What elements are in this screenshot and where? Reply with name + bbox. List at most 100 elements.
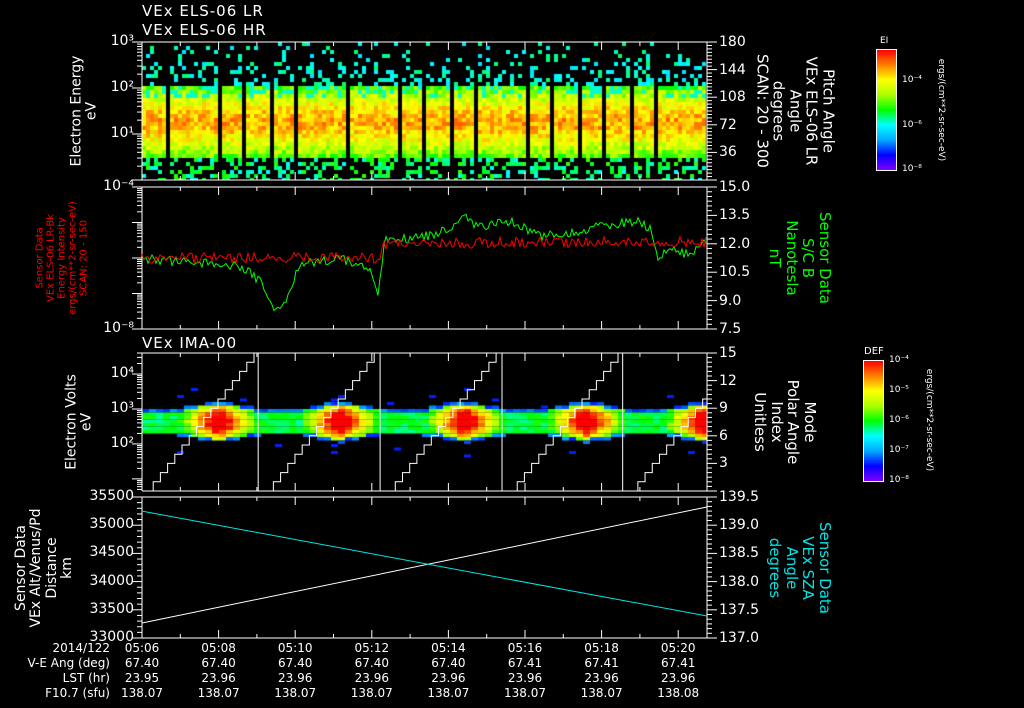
right-axis-title-line: Nanotesla <box>783 220 801 296</box>
time-tick-label: 05:08 <box>201 641 236 655</box>
left-axis-title-line: eV <box>79 412 95 432</box>
polar-angle-index-line <box>266 352 382 492</box>
ephemeris-row-label: V-E Ang (deg) <box>27 656 110 670</box>
left-axis-title-line: VEx Alt/Venus/Pd <box>28 507 45 628</box>
plot-window: VEx ELS-06 LR VEx ELS-06 HR VEx IMA-00 E… <box>0 0 1024 708</box>
ephemeris-value: 67.40 <box>278 656 313 670</box>
time-tick-label: 05:14 <box>431 641 466 655</box>
right-tick-label: 10.5 <box>719 264 751 281</box>
left-tick-label: 10⁻⁸ <box>103 320 134 336</box>
right-tick-label: 6 <box>719 427 728 444</box>
colorbar-def-tick: 10⁻⁶ <box>889 415 909 425</box>
colorbar-def-units: ergs/(cm**2-sr-sec-eV) <box>923 368 934 472</box>
left-axis-title-line: Sensor Data <box>34 227 46 289</box>
time-tick-label: 05:20 <box>660 641 696 655</box>
right-axis-title-line: Mode <box>801 401 819 443</box>
ephemeris-value: 138.08 <box>657 686 700 700</box>
ephemeris-value: 138.07 <box>350 686 393 700</box>
title-els-hr: VEx ELS-06 HR <box>142 21 267 39</box>
right-tick-label: 12 <box>719 372 737 389</box>
ephemeris-value: 23.95 <box>124 671 160 685</box>
ephemeris-value: 23.96 <box>201 671 236 685</box>
colorbar-ei <box>876 49 897 171</box>
colorbar-def-tick: 10⁻⁵ <box>889 385 909 395</box>
time-tick-label: 05:16 <box>507 641 543 655</box>
right-axis-title-line: Pitch Angle <box>819 69 838 153</box>
ephemeris-value: 138.07 <box>274 686 317 700</box>
left-tick-label: 10³ <box>110 33 134 49</box>
right-axis-title-line: Angle <box>783 546 801 589</box>
right-axis-title-line: VEx ELS-06 LR <box>802 56 821 166</box>
time-tick-label: 05:06 <box>124 641 160 655</box>
colorbar-ei-units: ergs/(cm**2-sr-sec-eV) <box>935 58 946 162</box>
right-tick-label: 144 <box>719 61 746 78</box>
polar-angle-index-line <box>510 352 626 492</box>
right-tick-label: 138.0 <box>719 573 760 590</box>
ephemeris-value: 67.40 <box>201 656 236 670</box>
polar-angle-index-line <box>146 352 262 492</box>
right-axis-title-line: VEx SZA <box>799 535 818 600</box>
left-axis-title-line: Energy Intensity <box>56 217 68 299</box>
left-tick-label: 33500 <box>89 600 134 617</box>
right-tick-label: 180 <box>719 34 746 50</box>
right-axis-title-line: Index <box>768 401 786 443</box>
colorbar-def-tick: 10⁻⁸ <box>889 475 909 485</box>
polar-angle-index-line <box>630 398 707 492</box>
right-axis-title-line: nT <box>766 248 785 268</box>
right-tick-label: 15 <box>719 345 737 361</box>
left-axis-title-line: km <box>59 556 76 579</box>
right-axis-title-line: Sensor Data <box>816 212 834 304</box>
left-tick-label: 34500 <box>89 544 134 561</box>
ephemeris-value: 23.96 <box>661 671 696 685</box>
right-axis-title: Sensor Data S/C B Nanotesla nT <box>766 212 835 304</box>
ephemeris-value: 23.96 <box>431 671 466 685</box>
time-tick-label: 05:18 <box>584 641 619 655</box>
colorbar-ei-tick: 10⁻⁸ <box>902 164 922 174</box>
right-tick-label: 13.5 <box>719 207 751 224</box>
colorbar-ei-tick: 10⁻⁴ <box>902 75 922 85</box>
sza-line <box>141 510 708 617</box>
left-axis-title-line: Electron Energy <box>68 55 85 167</box>
ephemeris-row-label: LST (hr) <box>62 671 110 685</box>
ephemeris-value: 23.96 <box>584 671 619 685</box>
colorbar-ei-tick: 10⁻⁶ <box>902 120 922 130</box>
ephemeris-value: 67.41 <box>661 656 696 670</box>
ephemeris-row-label: F10.7 (sfu) <box>45 686 110 700</box>
ephemeris-value: 67.41 <box>584 656 619 670</box>
right-tick-label: 7.5 <box>719 321 742 337</box>
left-axis-title-line: Electron Volts <box>63 374 80 470</box>
ephemeris-value: 67.40 <box>431 656 466 670</box>
right-tick-label: 139.0 <box>719 517 760 534</box>
date-label: 2014/122 <box>52 641 111 655</box>
left-axis-title-line: VEx ELS-06 LR-Bk <box>45 213 57 303</box>
ephemeris-value: 138.07 <box>121 686 163 700</box>
title-ima: VEx IMA-00 <box>142 334 238 352</box>
colorbar-def-title: DEF <box>864 346 884 357</box>
right-tick-label: 72 <box>719 116 737 133</box>
title-els-lr: VEx ELS-06 LR <box>142 2 264 20</box>
right-axis-title-line: Polar Angle <box>784 379 803 465</box>
right-axis-title-line: degrees <box>769 80 788 142</box>
left-tick-label: 10¹ <box>110 125 134 141</box>
time-tick-label: 05:10 <box>277 641 313 655</box>
right-tick-label: 12.0 <box>719 235 751 252</box>
right-axis-title-line: S/C B <box>799 237 818 279</box>
ephemeris-value: 67.40 <box>124 656 160 670</box>
right-axis-title: Sensor Data VEx SZA Angle degrees <box>767 522 835 614</box>
left-tick-label: 10⁻⁴ <box>103 178 134 194</box>
right-tick-label: 9 <box>719 400 728 417</box>
altitude-line <box>141 506 708 624</box>
polar-angle-index-line <box>388 352 504 492</box>
right-axis-title-line: Unitless <box>751 392 770 452</box>
ephemeris-value: 23.96 <box>507 671 543 685</box>
left-axis-title: Sensor Data VEx Alt/Venus/Pd Distance km <box>13 507 76 628</box>
ephemeris-value: 23.96 <box>278 671 313 685</box>
left-tick-label: 10² <box>110 434 134 451</box>
right-tick-label: 36 <box>719 144 737 161</box>
magnetic-field-line <box>141 213 707 312</box>
right-tick-label: 108 <box>719 89 746 106</box>
left-tick-label: 34000 <box>89 572 134 589</box>
right-axis-title-line: Angle <box>786 89 805 133</box>
left-tick-label: 10⁴ <box>110 365 134 382</box>
colorbar-ei-title: EI <box>880 36 889 46</box>
